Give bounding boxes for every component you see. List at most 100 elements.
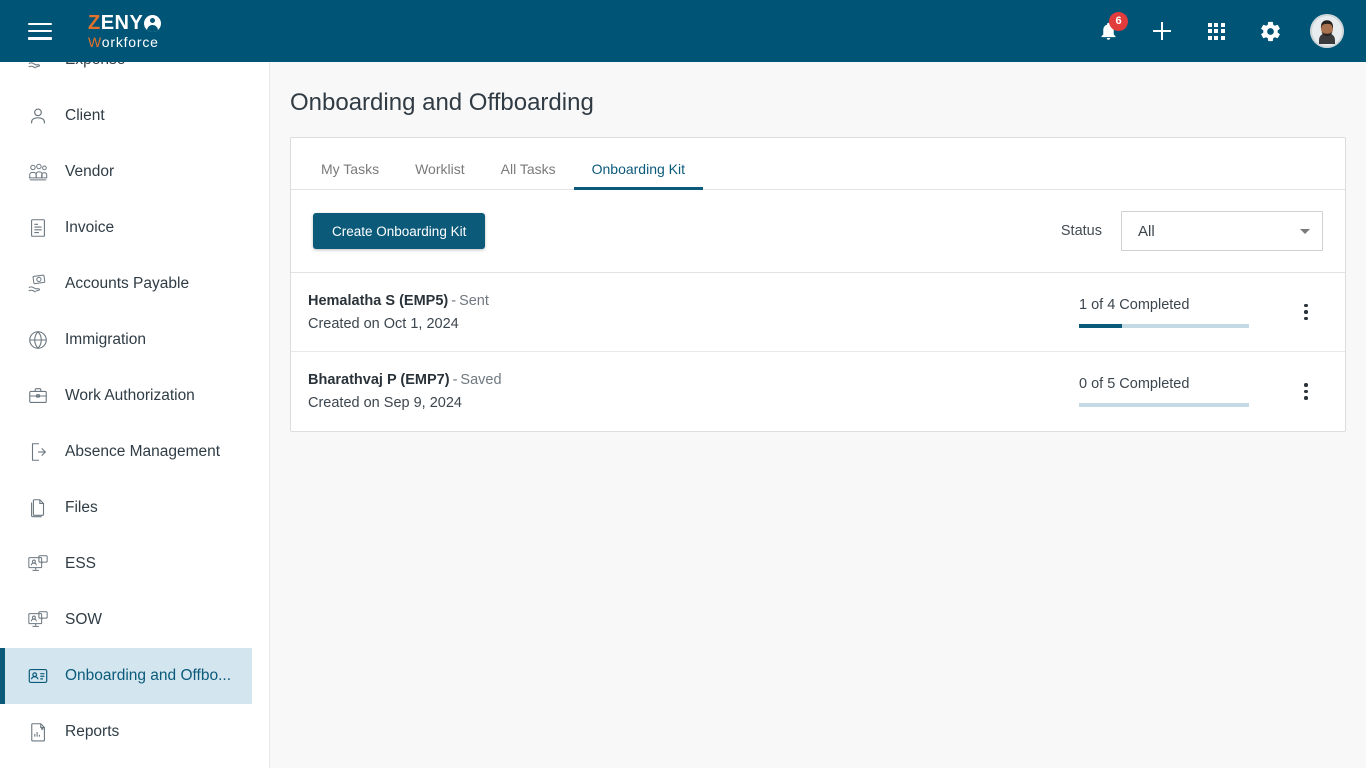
- kit-progress: 1 of 4 Completed: [1079, 297, 1249, 328]
- kit-progress-fill: [1079, 323, 1122, 328]
- brand-logo[interactable]: Z ENY Workforce: [88, 12, 162, 49]
- sidebar-item-invoice[interactable]: Invoice: [0, 200, 252, 256]
- add-new-button[interactable]: [1148, 17, 1176, 45]
- kebab-dot: [1304, 389, 1308, 394]
- immigration-icon: [25, 327, 51, 353]
- kit-progress-bar: [1079, 403, 1249, 407]
- onboarding-kit-row[interactable]: Bharathvaj P (EMP7) - Saved Created on Sep …: [291, 352, 1345, 431]
- kit-employee-name: Hemalatha S (EMP5): [308, 292, 449, 309]
- kebab-dot: [1304, 310, 1308, 314]
- kit-progress-bar: [1079, 323, 1249, 328]
- sidebar-item-expense[interactable]: $ Expense: [0, 62, 252, 88]
- hamburger-bar: [28, 37, 52, 40]
- onboarding-kit-row[interactable]: Hemalatha S (EMP5) - Sent Created on Oct 1,…: [291, 273, 1345, 352]
- sidebar-item-label: Invoice: [65, 219, 115, 236]
- gear-icon: [1260, 21, 1280, 41]
- sidebar-item-label: SOW: [65, 611, 103, 628]
- sidebar-navigation: $ Expense Client Vendor Invoice Accounts Paya…: [0, 62, 252, 768]
- sidebar-item-label: Client: [65, 107, 105, 124]
- kit-toolbar: Create Onboarding Kit Status All: [291, 190, 1345, 273]
- tab-all-tasks[interactable]: All Tasks: [483, 161, 574, 189]
- brand-letters-eny: ENY: [100, 12, 144, 34]
- brand-logo-primary: Z ENY: [88, 12, 162, 34]
- tab-bar: My Tasks Worklist All Tasks Onboarding Kit: [291, 138, 1345, 190]
- onboarding-kit-card: My Tasks Worklist All Tasks Onboarding Kit …: [290, 137, 1346, 432]
- status-filter-value: All: [1138, 222, 1155, 240]
- sidebar-item-label: Accounts Payable: [65, 275, 190, 292]
- sidebar-item-label: Onboarding and Offbo...: [65, 667, 232, 684]
- brand-logo-secondary: Workforce: [88, 35, 161, 49]
- kebab-dot: [1304, 316, 1308, 321]
- onboarding-kit-list: Hemalatha S (EMP5) - Sent Created on Oct 1,…: [291, 273, 1345, 431]
- sidebar-item-client[interactable]: Client: [0, 88, 252, 144]
- kit-employee-name: Bharathvaj P (EMP7): [308, 372, 450, 388]
- expense-icon: $: [25, 62, 51, 73]
- sidebar-item-label: ESS: [65, 555, 97, 572]
- sidebar-item-ess[interactable]: ESS: [0, 536, 252, 592]
- kit-status-badge: Sent: [459, 292, 489, 309]
- status-filter-select[interactable]: All: [1121, 211, 1323, 251]
- sidebar-item-label: Reports: [65, 723, 120, 740]
- hamburger-menu-icon[interactable]: [28, 22, 52, 40]
- brand-letter-z: Z: [88, 12, 101, 34]
- kit-created-date: Created on Oct 1, 2024: [308, 315, 459, 332]
- sidebar-item-sow[interactable]: SOW: [0, 592, 252, 648]
- sidebar-item-label: Work Authorization: [65, 387, 195, 404]
- kit-info: Hemalatha S (EMP5) - Sent Created on Oct 1,…: [307, 293, 489, 332]
- kit-employee-title: Hemalatha S (EMP5) - Sent: [308, 293, 489, 309]
- brand-letters-orkforce: orkforce: [101, 34, 159, 50]
- tab-onboarding-kit[interactable]: Onboarding Kit: [573, 161, 704, 190]
- notification-badge: 6: [1109, 12, 1128, 31]
- kit-title-separator: -: [452, 372, 458, 388]
- brand-person-icon: [144, 14, 162, 32]
- status-filter-label: Status: [1060, 223, 1102, 239]
- apps-launcher-button[interactable]: [1202, 17, 1230, 45]
- plus-icon: [1153, 22, 1171, 40]
- hamburger-bar: [28, 22, 52, 25]
- header-actions: 6: [1094, 12, 1344, 48]
- invoice-icon: [25, 215, 51, 241]
- avatar-photo-icon: [1310, 14, 1344, 48]
- main-content: Onboarding and Offboarding My Tasks Workl…: [270, 62, 1366, 768]
- sidebar-item-absence-management[interactable]: Absence Management: [0, 424, 252, 480]
- sidebar-item-label: Files: [65, 499, 98, 516]
- kit-progress: 0 of 5 Completed: [1079, 376, 1249, 407]
- sidebar-item-accounts-payable[interactable]: Accounts Payable: [0, 256, 252, 312]
- work-authorization-icon: [25, 383, 51, 409]
- kit-row-menu-button[interactable]: [1289, 295, 1323, 329]
- kit-info: Bharathvaj P (EMP7) - Saved Created on Sep …: [307, 372, 502, 411]
- client-icon: [25, 103, 51, 129]
- create-onboarding-kit-button[interactable]: Create Onboarding Kit: [313, 213, 486, 249]
- sidebar-item-vendor[interactable]: Vendor: [0, 144, 252, 200]
- sidebar-item-label: Immigration: [65, 331, 146, 348]
- kebab-dot: [1304, 303, 1308, 308]
- reports-icon: [25, 719, 51, 745]
- files-icon: [25, 495, 51, 521]
- kebab-dot: [1304, 396, 1308, 400]
- sidebar-item-immigration[interactable]: Immigration: [0, 312, 252, 368]
- sidebar-item-label: Absence Management: [65, 443, 221, 460]
- absence-management-icon: [25, 439, 51, 465]
- kit-employee-title: Bharathvaj P (EMP7) - Saved: [308, 372, 502, 388]
- sidebar-item-onboarding-and-offbo[interactable]: Onboarding and Offbo...: [0, 648, 252, 704]
- status-filter-group: Status All: [1061, 211, 1323, 251]
- kit-row-menu-button[interactable]: [1289, 375, 1323, 409]
- settings-button[interactable]: [1256, 17, 1284, 45]
- kit-progress-text: 1 of 4 Completed: [1079, 296, 1190, 313]
- sidebar-item-label: Vendor: [65, 163, 115, 180]
- sidebar-item-work-authorization[interactable]: Work Authorization: [0, 368, 252, 424]
- tab-worklist[interactable]: Worklist: [397, 161, 483, 189]
- notifications-button[interactable]: 6: [1094, 12, 1128, 45]
- user-avatar[interactable]: [1310, 14, 1344, 48]
- vendor-icon: [25, 159, 51, 185]
- onboarding-icon: [25, 663, 51, 689]
- ess-icon: [25, 551, 51, 577]
- kit-progress-text: 0 of 5 Completed: [1079, 376, 1190, 392]
- kit-status-badge: Saved: [460, 372, 502, 388]
- kit-created-date: Created on Sep 9, 2024: [308, 395, 462, 411]
- tab-my-tasks[interactable]: My Tasks: [303, 161, 397, 189]
- grid-apps-icon: [1207, 22, 1225, 40]
- chevron-down-icon: [1300, 228, 1310, 234]
- sidebar-item-reports[interactable]: Reports: [0, 704, 252, 760]
- sidebar-item-files[interactable]: Files: [0, 480, 252, 536]
